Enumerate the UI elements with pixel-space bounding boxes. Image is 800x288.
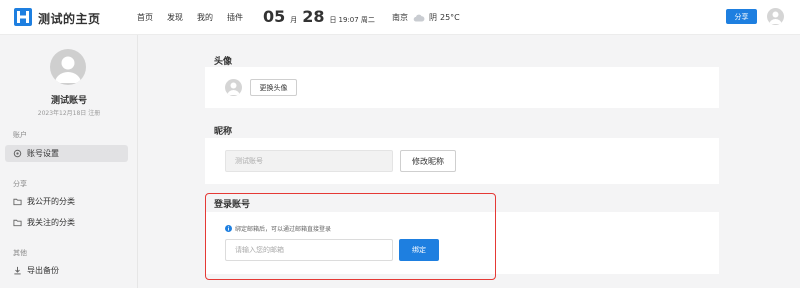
modify-nickname-button[interactable]: 修改昵称 xyxy=(400,150,456,172)
user-icon xyxy=(227,82,240,95)
cloud-icon xyxy=(413,14,425,21)
weather-condition: 阴 xyxy=(429,13,437,22)
profile-join-date: 2023年12月18日 注册 xyxy=(37,110,101,117)
gear-icon xyxy=(13,149,22,158)
highlight-box xyxy=(205,193,496,280)
user-avatar[interactable] xyxy=(767,8,784,25)
date-display: 05 月 28 日 19:07 周二 xyxy=(263,7,375,26)
nav-plugins[interactable]: 插件 xyxy=(227,12,243,23)
sidebar-item-export-backup[interactable]: 导出备份 xyxy=(5,262,128,279)
avatar-card: 更换头像 xyxy=(205,67,719,108)
user-icon xyxy=(55,56,81,83)
profile-avatar xyxy=(50,49,86,85)
sidebar-item-label: 导出备份 xyxy=(27,266,59,275)
sidebar-item-account-settings[interactable]: 账号设置 xyxy=(5,145,128,162)
change-avatar-button[interactable]: 更换头像 xyxy=(250,79,297,96)
download-icon xyxy=(14,266,21,275)
nav-home[interactable]: 首页 xyxy=(137,12,153,23)
weather-city: 南京 xyxy=(392,13,408,22)
current-avatar xyxy=(225,79,242,96)
profile-name: 测试账号 xyxy=(50,96,87,106)
nav-discover[interactable]: 发现 xyxy=(167,12,183,23)
share-button[interactable]: 分享 xyxy=(726,9,757,24)
logo-icon[interactable] xyxy=(14,8,32,26)
nickname-input[interactable]: 测试账号 xyxy=(225,150,393,172)
folder-icon xyxy=(13,219,22,227)
nickname-card: 测试账号 修改昵称 xyxy=(205,138,719,184)
avatar-section-title: 头像 xyxy=(214,57,233,67)
section-other: 其他 xyxy=(13,249,27,257)
sidebar-item-label: 账号设置 xyxy=(27,149,59,158)
chevron-down-icon[interactable] xyxy=(90,12,100,22)
nickname-section-title: 昵称 xyxy=(214,127,233,137)
section-share: 分享 xyxy=(13,180,27,188)
sidebar: 测试账号 2023年12月18日 注册 账户 账号设置 分享 我公开的分类 我关… xyxy=(0,35,138,288)
sidebar-item-public-categories[interactable]: 我公开的分类 xyxy=(5,193,128,210)
sidebar-item-followed-categories[interactable]: 我关注的分类 xyxy=(5,214,128,231)
date-month-unit: 月 xyxy=(290,16,298,24)
date-day-unit: 日 xyxy=(329,16,337,24)
date-time-weekday: 19:07 周二 xyxy=(338,16,375,24)
top-nav: 首页 发现 我的 插件 xyxy=(137,12,257,23)
weather-temperature: 25°C xyxy=(440,13,460,22)
nav-mine[interactable]: 我的 xyxy=(197,12,213,23)
sidebar-item-label: 我关注的分类 xyxy=(27,218,75,227)
weather-widget: 南京 阴 25°C xyxy=(392,12,460,23)
date-month: 05 xyxy=(263,7,286,26)
user-icon xyxy=(769,11,782,24)
top-header: 测试的主页 首页 发现 我的 插件 05 月 28 日 19:07 周二 南京 … xyxy=(0,0,800,35)
section-account: 账户 xyxy=(13,131,27,139)
folder-icon xyxy=(13,198,22,206)
date-day: 28 xyxy=(302,7,325,26)
sidebar-item-label: 我公开的分类 xyxy=(27,197,75,206)
